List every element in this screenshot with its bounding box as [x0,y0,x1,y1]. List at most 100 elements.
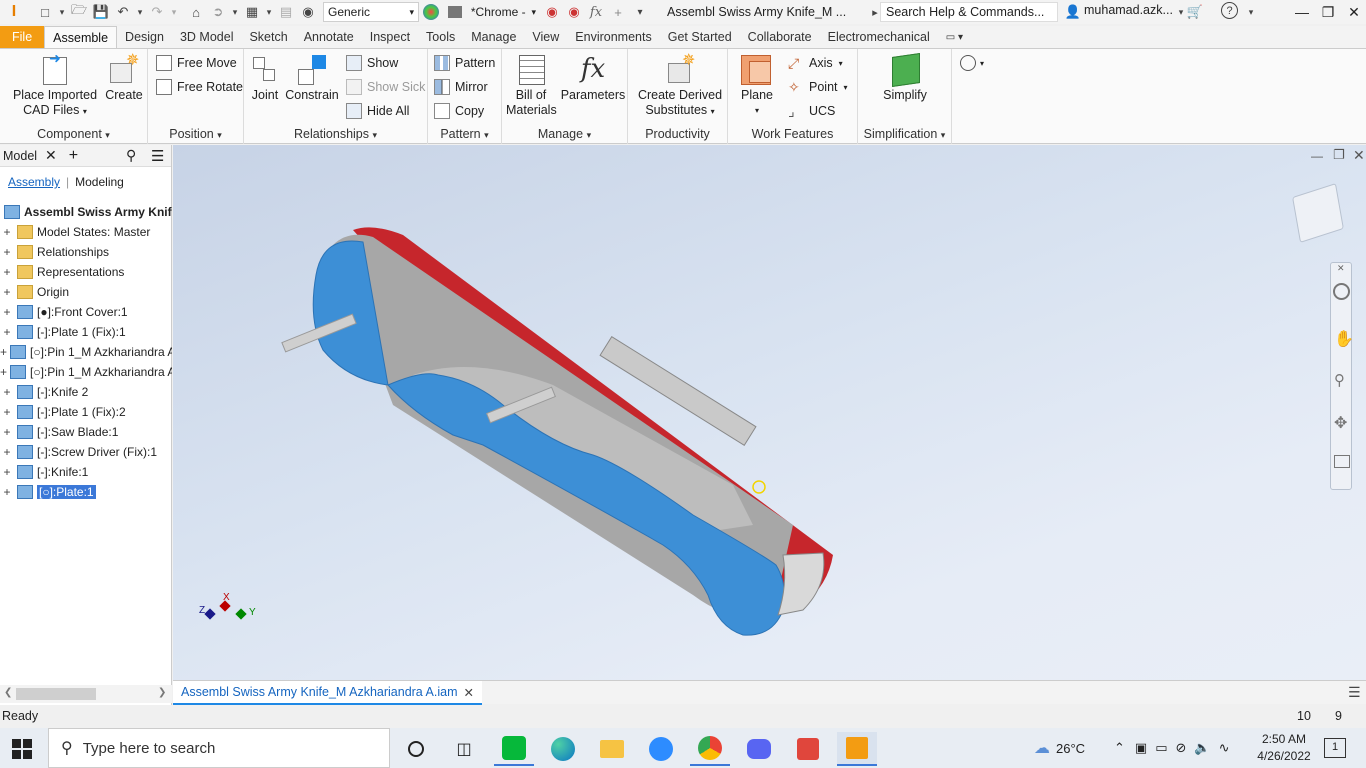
file-explorer-icon[interactable] [592,732,632,766]
viewport-restore-icon[interactable]: ❐ [1333,147,1345,163]
material-select[interactable]: Generic ▾ [323,2,419,22]
volume-icon[interactable]: 🔈 [1194,740,1210,756]
selection-filter-icon[interactable]: ▦ [242,2,262,22]
zoom-app-icon[interactable] [641,732,681,766]
panel-title-component[interactable]: Component ▾ [0,127,147,141]
panel-title-pattern[interactable]: Pattern ▾ [428,127,501,141]
expand-icon[interactable]: + [0,225,14,239]
restore-button[interactable]: ❐ [1316,0,1340,24]
new-file-icon[interactable]: □ [35,2,55,22]
search-help-input[interactable]: Search Help & Commands... [880,2,1058,22]
browser-tab-model[interactable]: Model [3,149,37,163]
new-dropdown-icon[interactable]: ▾ [57,2,67,22]
expand-icon[interactable]: + [0,465,14,479]
tree-root[interactable]: Assembl Swiss Army Knife_ [0,202,172,222]
viewport-minimize-icon[interactable]: — [1311,149,1323,163]
tab-3d-model[interactable]: 3D Model [172,26,242,48]
line-app-icon[interactable] [494,732,534,766]
tab-manage[interactable]: Manage [463,26,524,48]
panel-title-position[interactable]: Position ▾ [148,127,243,141]
inventor-logo-icon[interactable]: I [4,2,24,22]
tree-item[interactable]: + [●]:Front Cover:1 [0,302,172,322]
constrain-button[interactable]: Constrain [284,53,340,103]
ucs-button[interactable]: ⌟ UCS [788,103,835,119]
tab-get-started[interactable]: Get Started [660,26,740,48]
save-icon[interactable]: 💾 [91,2,111,22]
cortana-icon[interactable] [396,732,436,766]
cart-icon[interactable]: 🛒 [1185,2,1205,22]
tree-item[interactable]: + Origin [0,282,172,302]
close-icon[interactable]: ✕ [45,147,57,164]
tree-item[interactable]: + Model States: Master [0,222,172,242]
add-icon[interactable]: + [608,2,628,22]
menu-icon[interactable]: ☰ [151,147,164,165]
swiss-army-knife-model[interactable] [173,145,1366,680]
fx-parameters-icon[interactable]: fx [586,2,606,22]
taskbar-search-box[interactable]: ⚲ Type here to search [48,728,390,768]
adjust-appearance-icon[interactable]: ◉ [542,2,562,22]
tree-item[interactable]: + [-]:Knife 2 [0,382,172,402]
scroll-left-icon[interactable]: ❮ [4,687,12,698]
simplify-button[interactable]: Simplify [872,53,938,103]
tree-item[interactable]: + [○]:Plate:1 [0,482,172,502]
customize-dropdown-icon[interactable]: ▾ [630,2,650,22]
tab-file[interactable]: File [0,26,45,48]
expand-icon[interactable]: + [0,385,14,399]
tab-environments[interactable]: Environments [567,26,659,48]
expand-icon[interactable]: + [0,325,14,339]
free-rotate-button[interactable]: Free Rotate [156,79,243,95]
tree-item[interactable]: + [-]:Saw Blade:1 [0,422,172,442]
tree-item[interactable]: + Representations [0,262,172,282]
nav-close-icon[interactable]: ✕ [1337,263,1345,274]
tab-sketch[interactable]: Sketch [241,26,295,48]
tab-inspect[interactable]: Inspect [362,26,418,48]
free-move-button[interactable]: Free Move [156,55,237,71]
expand-icon[interactable]: + [0,265,14,279]
document-tab[interactable]: Assembl Swiss Army Knife_M Azkhariandra … [173,681,482,705]
tab-annotate[interactable]: Annotate [296,26,362,48]
expand-icon[interactable]: + [0,285,14,299]
expand-icon[interactable]: + [0,245,14,259]
axis-button[interactable]: ⤢ Axis ▾ [788,55,843,71]
user-icon[interactable]: 👤 [1063,2,1083,22]
panel-title-simplification[interactable]: Simplification ▾ [858,127,951,141]
clear-appearance-icon[interactable]: ◉ [564,2,584,22]
steering-wheel-icon[interactable] [1333,283,1350,300]
meet-now-icon[interactable]: ▣ [1135,740,1147,756]
ribbon-extra-dropdown[interactable]: ▾ [960,55,984,71]
place-imported-cad-button[interactable]: ➜ Place Imported CAD Files ▾ [10,51,100,119]
point-button[interactable]: ✧ Point ▾ [788,79,848,95]
hide-all-button[interactable]: Hide All [346,103,409,119]
tree-item[interactable]: + [-]:Screw Driver (Fix):1 [0,442,172,462]
panel-title-productivity[interactable]: Productivity [628,127,727,141]
snip-tool-icon[interactable] [788,732,828,766]
task-view-icon[interactable]: ◫ [444,732,484,766]
notification-button[interactable]: 1 [1324,738,1346,758]
discord-app-icon[interactable] [739,732,779,766]
look-at-icon[interactable] [1334,455,1350,468]
select-dropdown-icon[interactable]: ▾ [230,2,240,22]
inventor-app-icon[interactable] [837,732,877,766]
panel-title-relationships[interactable]: Relationships ▾ [244,127,427,141]
copy-button[interactable]: Copy [434,103,484,119]
redo-icon[interactable]: ↷ [147,2,167,22]
scrollbar-thumb[interactable] [16,688,96,700]
network-off-icon[interactable]: ⊘ [1176,740,1187,756]
wifi-icon[interactable]: ∿ [1219,740,1230,756]
tree-item[interactable]: + [-]:Plate 1 (Fix):2 [0,402,172,422]
filter-dropdown-icon[interactable]: ▾ [264,2,274,22]
select-icon[interactable]: ➲ [208,2,228,22]
edge-browser-icon[interactable] [543,732,583,766]
chevron-up-icon[interactable]: ⌃ [1114,740,1125,756]
add-icon[interactable]: + [69,147,78,165]
expand-icon[interactable]: + [0,485,14,499]
zoom-icon[interactable]: ⚲ [1334,371,1345,389]
home-icon[interactable]: ⌂ [186,2,206,22]
minimize-button[interactable]: — [1290,0,1314,24]
tab-electromechanical[interactable]: Electromechanical [820,26,938,48]
appearance-select[interactable]: *Chrome - ▾ [444,2,540,22]
search-icon[interactable]: ⚲ [126,147,136,164]
show-button[interactable]: Show [346,55,398,71]
create-derived-substitutes-button[interactable]: ✵ Create Derived Substitutes ▾ [634,53,726,119]
expand-icon[interactable]: + [0,425,14,439]
